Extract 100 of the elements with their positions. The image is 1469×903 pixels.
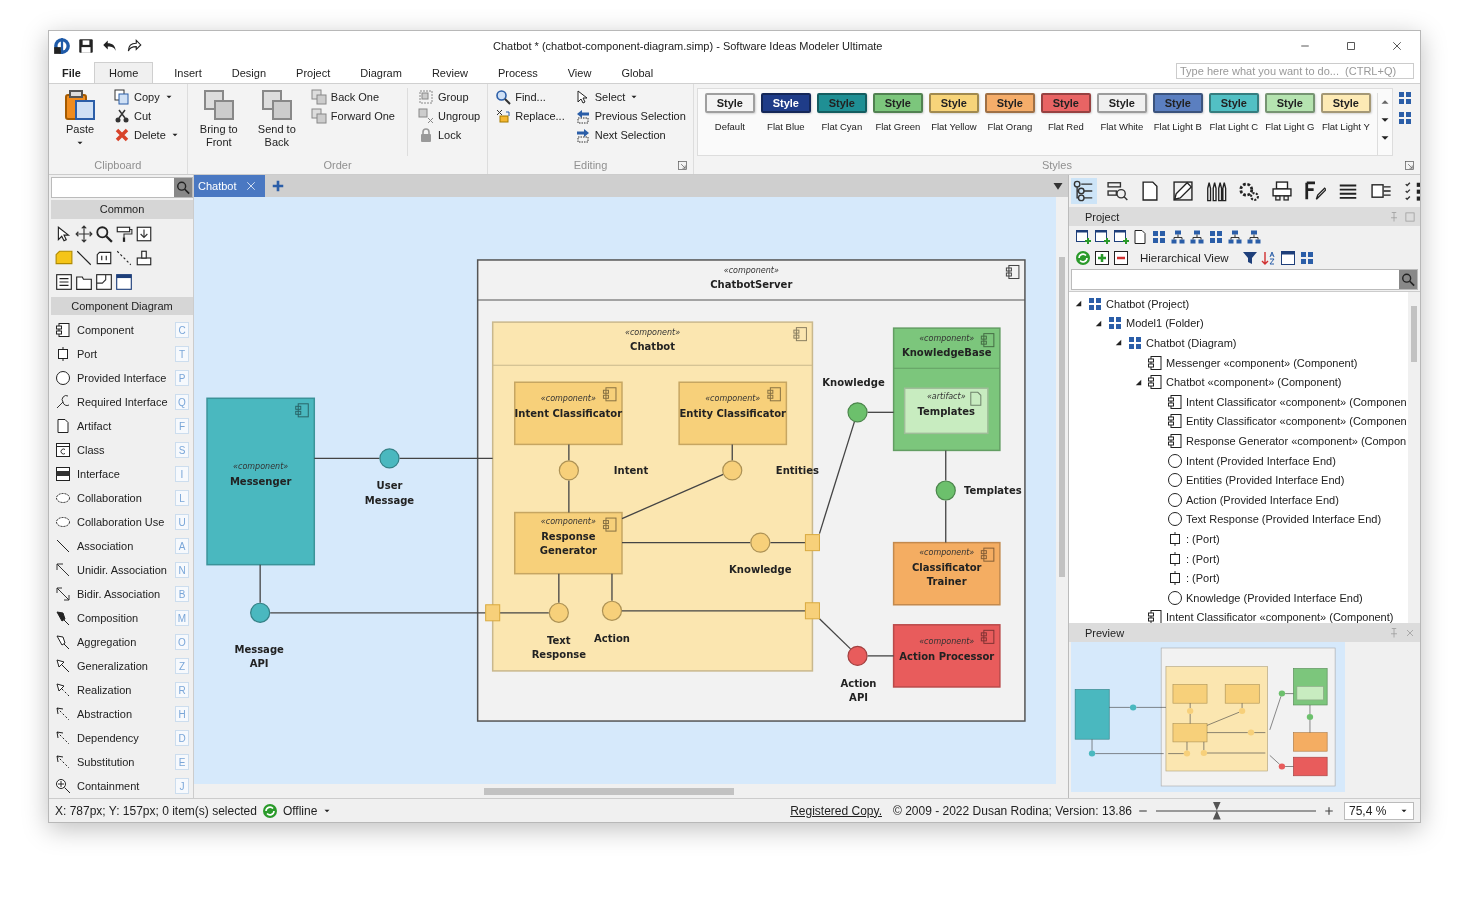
toolbox-item[interactable]: Dependency (77, 732, 169, 744)
view-dropdown[interactable]: Hierarchical View (1132, 251, 1239, 264)
shortcut-key: E (175, 754, 189, 770)
menu-tab[interactable]: View (558, 62, 601, 83)
ribbon-button[interactable]: Find... (493, 88, 567, 106)
toolbox-item[interactable]: Substitution (77, 756, 169, 768)
tree-item[interactable]: : (Port) (1186, 572, 1220, 585)
cursor-position: X: 787px; Y: 157px; 0 item(s) selected (55, 803, 257, 818)
menu-tab[interactable]: Design (222, 62, 276, 83)
ribbon-button[interactable]: Send to Back (250, 88, 303, 150)
interface-label: Knowledge (822, 376, 885, 388)
interface-label: Message API (234, 643, 284, 669)
toolbox-item[interactable]: Aggregation (77, 636, 169, 648)
section-header[interactable]: Common (51, 200, 193, 219)
toolbox-item[interactable]: Generalization (77, 660, 169, 672)
toolbox-item[interactable]: Collaboration Use (77, 516, 169, 528)
connection-status: Offline (282, 803, 318, 818)
style-swatch[interactable]: Style (1096, 93, 1147, 113)
toolbox-item[interactable]: Realization (77, 684, 169, 696)
ribbon-button[interactable]: Ungroup (416, 107, 483, 125)
ribbon-button[interactable]: Cut (112, 107, 182, 125)
style-label: Flat Light G (1265, 121, 1315, 132)
stereotype-label: «component» (723, 266, 779, 275)
tree-item[interactable]: : (Port) (1186, 552, 1220, 565)
toolbox-item[interactable]: Port (77, 348, 169, 360)
component-name: Entity Classificator (679, 408, 787, 420)
menu-tab[interactable]: Home (93, 62, 154, 83)
tree-item[interactable]: : (Port) (1186, 532, 1220, 545)
menu-tab[interactable]: Diagram (351, 62, 411, 83)
style-swatch[interactable]: Style (872, 93, 923, 113)
toolbox-item[interactable]: Unidir. Association (77, 564, 169, 576)
ribbon-button[interactable]: Replace... (493, 107, 567, 125)
shortcut-key: S (175, 442, 189, 458)
menu-tab[interactable]: Process (488, 62, 547, 83)
style-label: Flat Light C (1209, 121, 1259, 132)
menu-tab[interactable]: File (53, 62, 90, 83)
toolbox-item[interactable]: Required Interface (77, 396, 169, 408)
document-tab[interactable]: Chatbot (194, 175, 265, 197)
toolbox-item[interactable]: Containment (77, 780, 169, 792)
tree-item[interactable]: Knowledge (Provided Interface End) (1186, 591, 1363, 604)
shortcut-key: M (175, 610, 189, 626)
interface-label: User Message (364, 480, 415, 505)
toolbox-item[interactable]: Association (77, 540, 169, 552)
menu-tab[interactable]: Project (287, 62, 340, 83)
tree-item[interactable]: Response Generator «component» (Compon (1186, 434, 1407, 447)
ribbon-button[interactable]: Delete (112, 126, 182, 144)
tree-item[interactable]: Action (Provided Interface End) (1186, 493, 1339, 506)
toolbox-item[interactable]: Abstraction (77, 708, 169, 720)
tree-item[interactable]: Chatbot «component» (Component) (1166, 376, 1342, 389)
shortcut-key: P (175, 370, 189, 386)
tree-item[interactable]: Entities (Provided Interface End) (1186, 474, 1345, 487)
tree-item[interactable]: Chatbot (Project) (1106, 297, 1190, 310)
style-swatch[interactable]: Style (760, 93, 811, 113)
toolbox-item[interactable]: Artifact (77, 420, 169, 432)
ribbon-button[interactable]: Back One (308, 88, 397, 106)
tree-item[interactable]: Messenger «component» (Component) (1166, 356, 1358, 369)
style-swatch[interactable]: Style (1264, 93, 1315, 113)
ribbon-button[interactable]: Next Selection (572, 126, 688, 144)
toolbox-item[interactable]: Interface (77, 468, 169, 480)
toolbox-item[interactable]: Provided Interface (77, 372, 169, 384)
style-label: Flat White (1100, 121, 1144, 132)
command-search-field[interactable]: Type here what you want to do... (CTRL+Q) (1176, 63, 1414, 79)
ribbon-button[interactable]: Copy (112, 88, 182, 106)
ribbon-button[interactable]: Bring to Front (192, 88, 245, 150)
toolbox-item[interactable]: Component (77, 324, 169, 336)
toolbox-item[interactable]: Class (77, 444, 169, 456)
style-swatch[interactable]: Style (1040, 93, 1091, 113)
interface-label: Entities (775, 464, 819, 476)
ribbon-button[interactable]: Select (572, 88, 688, 106)
ribbon-button[interactable]: Previous Selection (572, 107, 688, 125)
ribbon-button[interactable]: Paste (54, 88, 106, 149)
tree-item[interactable]: Intent Classificator «component» (Component) (1166, 611, 1394, 623)
ribbon-button[interactable]: Forward One (308, 107, 397, 125)
tree-item[interactable]: Text Response (Provided Interface End) (1186, 513, 1382, 526)
license-link[interactable]: Registered Copy. (790, 803, 882, 818)
ribbon-button[interactable]: Lock (416, 126, 483, 144)
tree-item[interactable]: Chatbot (Diagram) (1146, 337, 1237, 349)
tree-item[interactable]: Intent (Provided Interface End) (1186, 454, 1336, 467)
menu-tab[interactable]: Review (422, 62, 477, 83)
interface-label: Action API (840, 677, 877, 703)
menu-tab[interactable]: Global (612, 62, 663, 83)
tree-item[interactable]: Model1 (Folder) (1126, 317, 1204, 330)
style-swatch[interactable]: Style (704, 93, 755, 113)
style-swatch[interactable]: Style (1320, 93, 1371, 113)
section-header[interactable]: Component Diagram (51, 296, 193, 315)
zoom-combobox[interactable]: 75,4 % (1344, 801, 1414, 820)
tree-item[interactable]: Entity Classificator «component» (Componen (1186, 415, 1407, 428)
menu-tab[interactable]: Insert (165, 62, 211, 83)
style-swatch[interactable]: Style (984, 93, 1035, 113)
style-swatch[interactable]: Style (1208, 93, 1259, 113)
toolbox-item[interactable]: Collaboration (77, 492, 169, 504)
panel-title: Preview (1085, 626, 1126, 639)
tree-item[interactable]: Intent Classificator «component» (Componen (1186, 395, 1407, 408)
style-swatch[interactable]: Style (816, 93, 867, 113)
group-label: Styles (1041, 159, 1072, 171)
toolbox-item[interactable]: Bidir. Association (77, 588, 169, 600)
style-swatch[interactable]: Style (928, 93, 979, 113)
toolbox-item[interactable]: Composition (77, 612, 169, 624)
style-swatch[interactable]: Style (1152, 93, 1203, 113)
ribbon-button[interactable]: Group (416, 88, 483, 106)
